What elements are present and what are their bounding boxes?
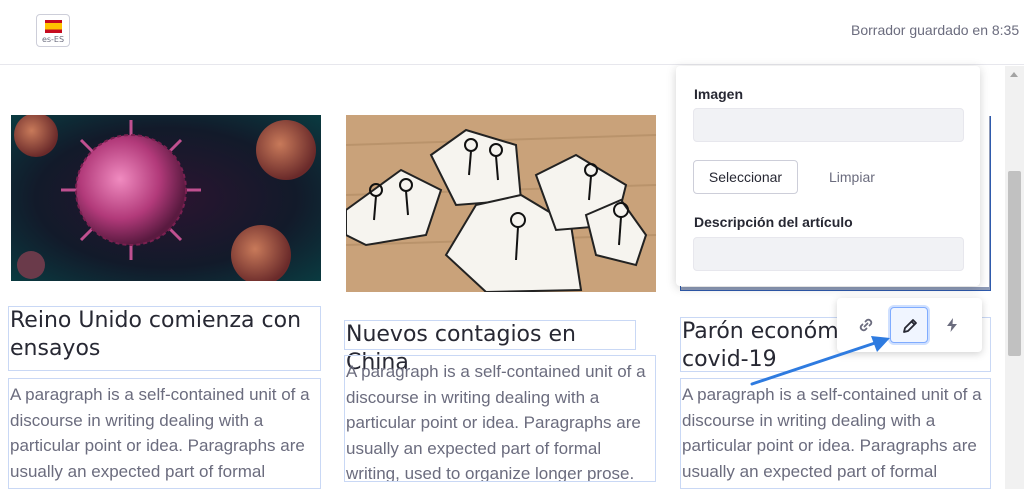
pencil-icon <box>903 319 917 333</box>
card-2-title[interactable]: Nuevos contagios en China <box>344 320 636 375</box>
card-1-image[interactable] <box>11 113 321 285</box>
card-1-title[interactable]: Reino Unido comienza con ensayos <box>8 306 321 371</box>
card-1-paragraph[interactable]: A paragraph is a self-contained unit of … <box>8 378 321 489</box>
card-3-paragraph[interactable]: A paragraph is a self-contained unit of … <box>680 378 991 489</box>
language-selector-button[interactable]: es-ES <box>36 14 70 47</box>
spain-flag-icon <box>45 20 62 33</box>
article-description-label: Descripción del artículo <box>694 214 853 230</box>
page-scrollbar[interactable] <box>1005 66 1024 489</box>
clear-button[interactable]: Limpiar <box>829 169 875 185</box>
card-1-title-text: Reino Unido comienza con ensayos <box>10 308 302 361</box>
paper-people-image <box>345 115 657 294</box>
image-properties-popover: Imagen Seleccionar Limpiar Descripción d… <box>676 66 980 286</box>
article-description-field[interactable] <box>693 237 964 271</box>
top-bar: es-ES Borrador guardado en 8:35 <box>0 0 1024 65</box>
bolt-icon <box>947 318 957 332</box>
card-2-image[interactable] <box>345 115 657 294</box>
annotation-arrow-icon <box>750 336 890 386</box>
card-2-paragraph[interactable]: A paragraph is a self-contained unit of … <box>344 355 656 482</box>
scroll-up-icon[interactable] <box>1010 72 1018 77</box>
select-button[interactable]: Seleccionar <box>693 160 798 194</box>
draft-saved-status: Borrador guardado en 8:35 <box>851 22 1020 38</box>
image-field[interactable] <box>693 108 964 142</box>
card-1-paragraph-text: A paragraph is a self-contained unit of … <box>10 385 310 488</box>
card-2-paragraph-text: A paragraph is a self-contained unit of … <box>346 362 646 482</box>
image-label: Imagen <box>694 86 744 102</box>
card-3-paragraph-text: A paragraph is a self-contained unit of … <box>682 385 982 488</box>
scrollbar-thumb[interactable] <box>1008 171 1021 356</box>
language-code: es-ES <box>41 35 65 44</box>
virus-image <box>11 113 321 285</box>
interaction-button[interactable] <box>933 307 971 343</box>
